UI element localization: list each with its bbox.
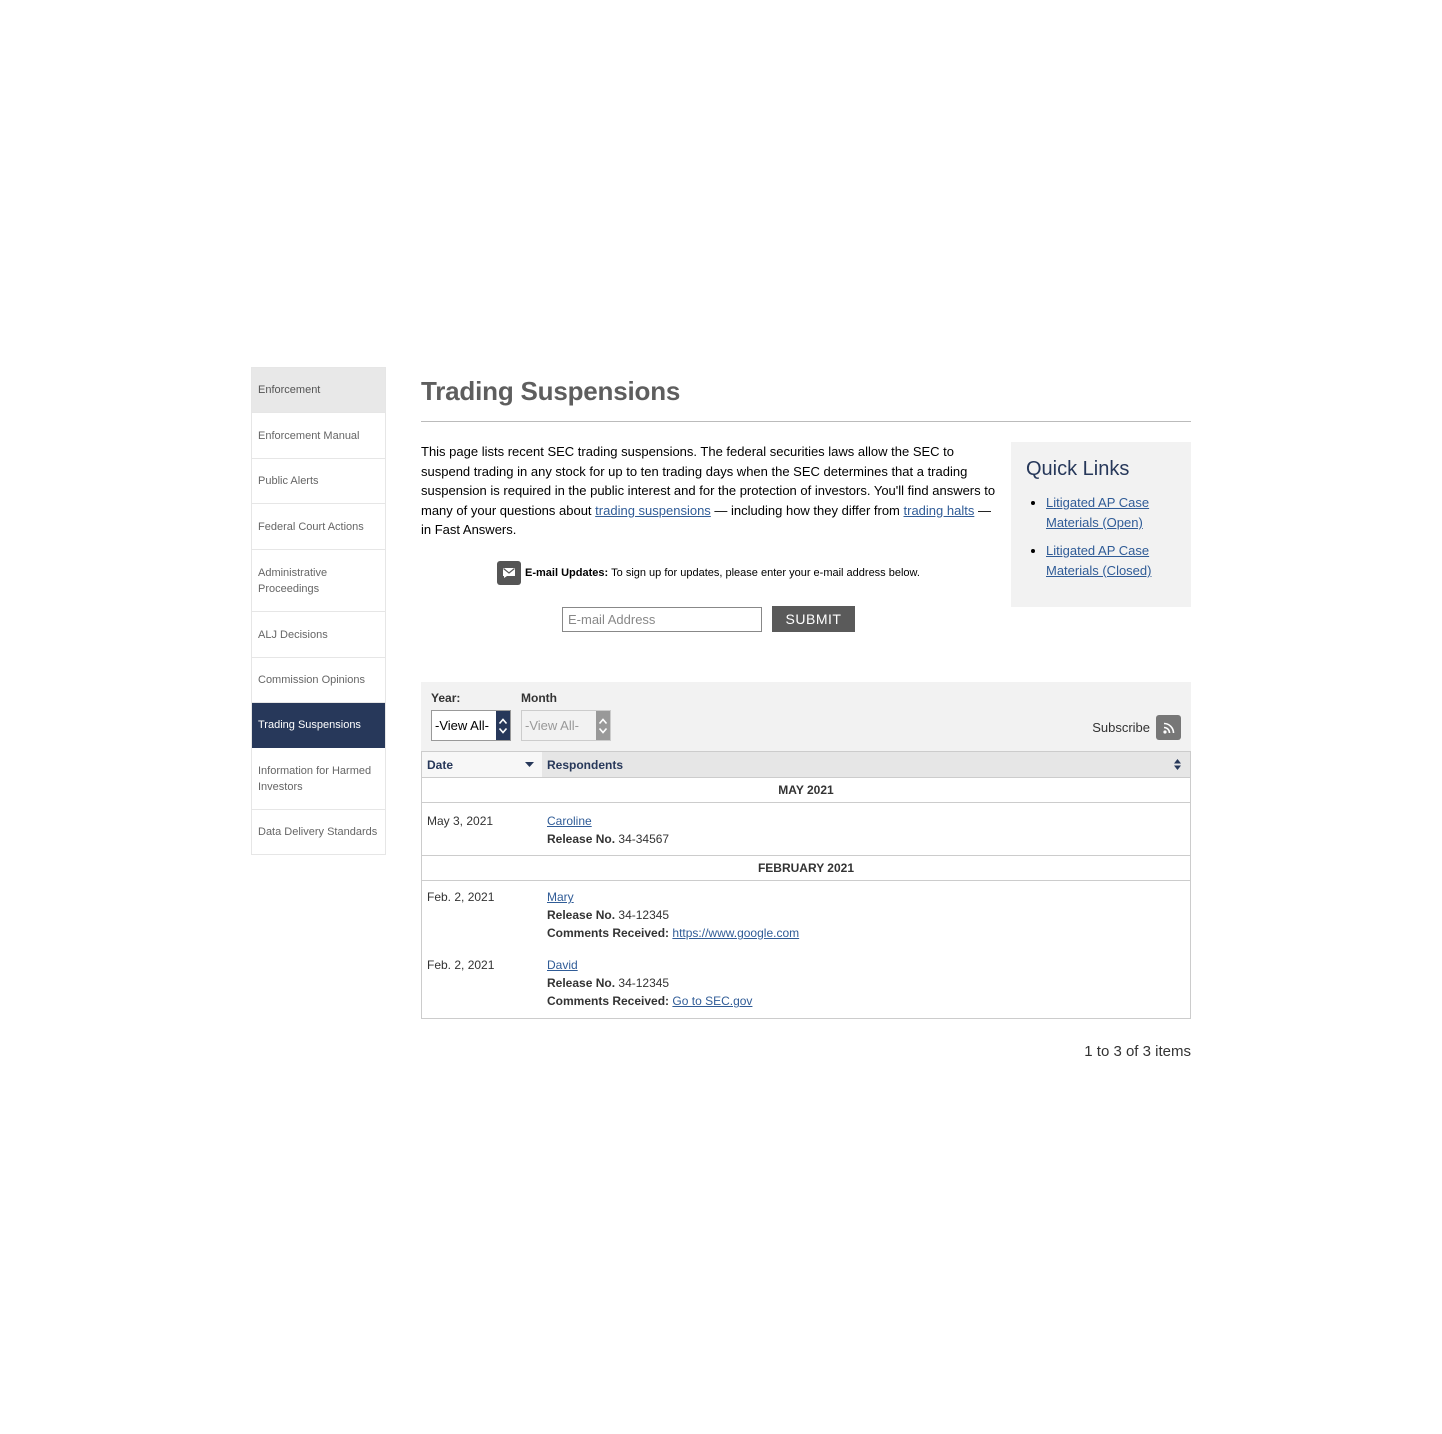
table-row: Feb. 2, 2021 Mary Release No. 34-12345 C… (422, 881, 1190, 949)
sidebar-nav: Enforcement Enforcement Manual Public Al… (251, 367, 386, 855)
rss-icon[interactable] (1156, 715, 1181, 740)
email-updates-label: E-mail Updates: (525, 567, 609, 579)
release-number: 34-34567 (618, 832, 670, 846)
quick-link-closed[interactable]: Litigated AP Case Materials (Closed) (1046, 543, 1151, 578)
release-label: Release No. (547, 832, 616, 846)
release-number: 34-12345 (618, 976, 670, 990)
sidebar-item-federal-court-actions[interactable]: Federal Court Actions (252, 504, 385, 550)
table-row: Feb. 2, 2021 David Release No. 34-12345 … (422, 949, 1190, 1018)
list-item: Litigated AP Case Materials (Closed) (1046, 541, 1176, 581)
pagination-count: 1 to 3 of 3 items (1084, 1043, 1191, 1060)
suspensions-table: Date Respondents MAY 2021 May 3, 2021 Ca… (421, 751, 1191, 1019)
respondents-header-label: Respondents (547, 757, 624, 772)
respondent-link[interactable]: Caroline (547, 814, 592, 828)
list-item: Litigated AP Case Materials (Open) (1046, 493, 1176, 533)
sidebar-item-trading-suspensions[interactable]: Trading Suspensions (252, 703, 385, 748)
email-field[interactable] (562, 606, 762, 632)
quick-link-open[interactable]: Litigated AP Case Materials (Open) (1046, 495, 1149, 530)
month-label: Month (521, 691, 557, 705)
sidebar-item-harmed-investors[interactable]: Information for Harmed Investors (252, 748, 385, 810)
spinner-icon[interactable] (596, 711, 610, 740)
sidebar-item-data-delivery-standards[interactable]: Data Delivery Standards (252, 810, 385, 855)
month-value: -View All- (525, 718, 579, 733)
email-updates-text: To sign up for updates, please enter you… (611, 567, 920, 579)
subscribe-label: Subscribe (1092, 720, 1150, 735)
row-date: Feb. 2, 2021 (427, 958, 495, 972)
year-value: -View All- (435, 718, 489, 733)
month-select[interactable]: -View All- (521, 710, 611, 741)
sidebar-item-administrative-proceedings[interactable]: Administrative Proceedings (252, 550, 385, 612)
subscribe-link[interactable]: Subscribe (1092, 715, 1181, 740)
year-select[interactable]: -View All- (431, 710, 511, 741)
page-title: Trading Suspensions (421, 376, 681, 406)
spinner-icon[interactable] (496, 711, 510, 740)
trading-halts-link[interactable]: trading halts (904, 503, 975, 518)
group-header: FEBRUARY 2021 (422, 856, 1190, 881)
release-label: Release No. (547, 908, 616, 922)
comments-label: Comments Received: (547, 926, 670, 940)
comments-link[interactable]: Go to SEC.gov (672, 994, 752, 1008)
sidebar-item-public-alerts[interactable]: Public Alerts (252, 459, 385, 504)
respondent-link[interactable]: David (547, 958, 578, 972)
table-header: Date Respondents (422, 752, 1190, 778)
row-respondent: Mary Release No. 34-12345 Comments Recei… (542, 888, 1190, 942)
sidebar-item-commission-opinions[interactable]: Commission Opinions (252, 658, 385, 703)
quick-links-list: Litigated AP Case Materials (Open) Litig… (1026, 493, 1176, 581)
date-column-header[interactable]: Date (422, 752, 542, 777)
sidebar-item-alj-decisions[interactable]: ALJ Decisions (252, 612, 385, 658)
row-date: Feb. 2, 2021 (427, 890, 495, 904)
year-label: Year: (431, 691, 461, 705)
release-number: 34-12345 (618, 908, 670, 922)
filter-panel: Year: -View All- Month -View All- Subscr… (421, 682, 1191, 752)
row-date: May 3, 2021 (427, 814, 494, 828)
comments-link[interactable]: https://www.google.com (672, 926, 799, 940)
mail-icon (497, 561, 521, 585)
row-respondent: David Release No. 34-12345 Comments Rece… (542, 956, 1190, 1010)
sort-desc-icon (525, 762, 534, 767)
sidebar-item-enforcement[interactable]: Enforcement (252, 368, 385, 413)
intro-text: This page lists recent SEC trading suspe… (421, 442, 999, 540)
date-header-label: Date (427, 757, 454, 772)
respondent-link[interactable]: Mary (547, 890, 574, 904)
intro-part-2: — including how they differ from (710, 502, 904, 518)
sidebar-item-enforcement-manual[interactable]: Enforcement Manual (252, 413, 385, 459)
release-label: Release No. (547, 976, 616, 990)
sort-icon (1174, 759, 1181, 770)
table-row: May 3, 2021 Caroline Release No. 34-3456… (422, 803, 1190, 856)
email-updates: E-mail Updates: To sign up for updates, … (497, 561, 920, 585)
row-respondent: Caroline Release No. 34-34567 (542, 812, 1190, 848)
email-form: SUBMIT (562, 606, 855, 632)
title-divider (421, 421, 1191, 422)
trading-suspensions-link[interactable]: trading suspensions (595, 503, 711, 518)
submit-button[interactable]: SUBMIT (772, 606, 855, 632)
quick-links-title: Quick Links (1026, 458, 1130, 480)
comments-label: Comments Received: (547, 994, 670, 1008)
quick-links-box: Quick Links Litigated AP Case Materials … (1011, 442, 1191, 607)
respondents-column-header[interactable]: Respondents (542, 752, 1190, 777)
group-header: MAY 2021 (422, 778, 1190, 803)
